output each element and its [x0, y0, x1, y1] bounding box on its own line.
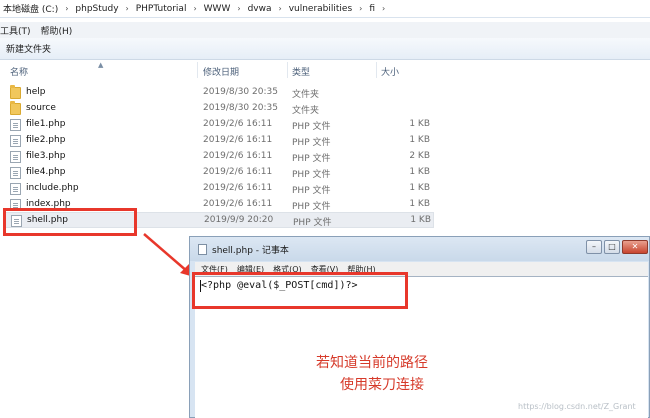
column-header-name[interactable]: 名称	[10, 65, 28, 78]
notepad-title: shell.php - 记事本	[212, 246, 289, 256]
column-header-type[interactable]: 类型	[292, 65, 310, 78]
file-modified: 2019/9/9 20:20	[204, 215, 274, 225]
watermark: https://blog.csdn.net/Z_Grant	[518, 402, 636, 411]
file-type: PHP 文件	[292, 186, 331, 196]
explorer-menubar: 工具(T) 帮助(H)	[0, 22, 650, 38]
command-bar: 新建文件夹	[0, 38, 650, 60]
file-name: file2.php	[26, 135, 66, 145]
file-modified: 2019/2/6 16:11	[203, 199, 273, 209]
file-size: 1 KB	[409, 135, 430, 145]
file-row-file2[interactable]: file2.php 2019/2/6 16:11 PHP 文件 1 KB	[4, 133, 434, 149]
folder-icon	[10, 101, 21, 115]
file-row-file1[interactable]: file1.php 2019/2/6 16:11 PHP 文件 1 KB	[4, 117, 434, 133]
file-modified: 2019/2/6 16:11	[203, 151, 273, 161]
breadcrumb-separator-icon[interactable]: ›	[187, 4, 202, 13]
column-header-size[interactable]: 大小	[381, 65, 399, 78]
menu-tools[interactable]: 工具(T)	[0, 24, 31, 37]
file-name: file3.php	[26, 151, 66, 161]
file-type: PHP 文件	[292, 202, 331, 212]
file-row-file4[interactable]: file4.php 2019/2/6 16:11 PHP 文件 1 KB	[4, 165, 434, 181]
breadcrumb-phptutorial[interactable]: PHPTutorial	[135, 4, 188, 14]
file-type: PHP 文件	[292, 122, 331, 132]
minimize-button[interactable]: –	[586, 240, 602, 254]
file-size: 2 KB	[409, 151, 430, 161]
php-file-icon	[10, 151, 21, 163]
column-divider[interactable]	[287, 62, 288, 78]
breadcrumb-separator-icon[interactable]: ›	[272, 4, 287, 13]
php-file-icon	[10, 119, 21, 131]
breadcrumb-drive[interactable]: 本地磁盘 (C:)	[2, 2, 59, 15]
file-row-help[interactable]: help 2019/8/30 20:35 文件夹	[4, 85, 434, 101]
php-file-icon	[10, 167, 21, 179]
column-divider[interactable]	[197, 62, 198, 78]
file-type: PHP 文件	[293, 218, 332, 228]
folder-icon	[10, 85, 21, 99]
php-file-icon	[10, 135, 21, 147]
file-row-source[interactable]: source 2019/8/30 20:35 文件夹	[4, 101, 434, 117]
close-button[interactable]: ✕	[622, 240, 648, 254]
breadcrumb-phpstudy[interactable]: phpStudy	[74, 4, 119, 14]
file-modified: 2019/2/6 16:11	[203, 135, 273, 145]
file-name: help	[26, 87, 46, 97]
file-name: file4.php	[26, 167, 66, 177]
file-modified: 2019/8/30 20:35	[203, 103, 278, 113]
file-size: 1 KB	[409, 183, 430, 193]
file-type: PHP 文件	[292, 154, 331, 164]
column-divider[interactable]	[376, 62, 377, 78]
file-size: 1 KB	[409, 167, 430, 177]
file-modified: 2019/2/6 16:11	[203, 183, 273, 193]
file-modified: 2019/8/30 20:35	[203, 87, 278, 97]
breadcrumb-separator-icon[interactable]: ›	[120, 4, 135, 13]
column-header-modified[interactable]: 修改日期	[203, 65, 239, 78]
notepad-icon	[198, 244, 207, 255]
highlight-box-code	[192, 272, 408, 309]
new-folder-button[interactable]: 新建文件夹	[6, 42, 51, 55]
file-row-include[interactable]: include.php 2019/2/6 16:11 PHP 文件 1 KB	[4, 181, 434, 197]
maximize-button[interactable]: □	[604, 240, 620, 254]
php-file-icon	[10, 183, 21, 195]
breadcrumb-fi[interactable]: fi	[368, 4, 376, 14]
file-type: 文件夹	[292, 106, 320, 116]
breadcrumb-separator-icon[interactable]: ›	[353, 4, 368, 13]
file-size: 1 KB	[409, 199, 430, 209]
file-modified: 2019/2/6 16:11	[203, 119, 273, 129]
menu-help[interactable]: 帮助(H)	[41, 24, 73, 37]
notepad-titlebar[interactable]: shell.php - 记事本 – □ ✕	[190, 237, 649, 261]
column-headers: ▲ 名称 修改日期 类型 大小	[0, 61, 440, 78]
address-bar[interactable]: 本地磁盘 (C:) › phpStudy › PHPTutorial › WWW…	[0, 0, 650, 18]
file-type: 文件夹	[292, 90, 320, 100]
breadcrumb-dvwa[interactable]: dvwa	[247, 4, 273, 14]
breadcrumb-separator-icon[interactable]: ›	[231, 4, 246, 13]
annotation-line-1: 若知道当前的路径	[316, 355, 428, 371]
file-name: include.php	[26, 183, 79, 193]
file-name: file1.php	[26, 119, 66, 129]
breadcrumb-separator-icon[interactable]: ›	[376, 4, 391, 13]
file-type: PHP 文件	[292, 138, 331, 148]
annotation-line-2: 使用菜刀连接	[340, 377, 424, 393]
file-name: source	[26, 103, 56, 113]
file-modified: 2019/2/6 16:11	[203, 167, 273, 177]
file-size: 1 KB	[410, 215, 431, 225]
breadcrumb-vulnerabilities[interactable]: vulnerabilities	[288, 4, 353, 14]
breadcrumb-www[interactable]: WWW	[203, 4, 232, 14]
file-row-file3[interactable]: file3.php 2019/2/6 16:11 PHP 文件 2 KB	[4, 149, 434, 165]
file-size: 1 KB	[409, 119, 430, 129]
sort-arrow-icon: ▲	[98, 61, 104, 69]
highlight-box-shell-file	[3, 208, 137, 236]
breadcrumb-separator-icon[interactable]: ›	[59, 4, 74, 13]
file-type: PHP 文件	[292, 170, 331, 180]
